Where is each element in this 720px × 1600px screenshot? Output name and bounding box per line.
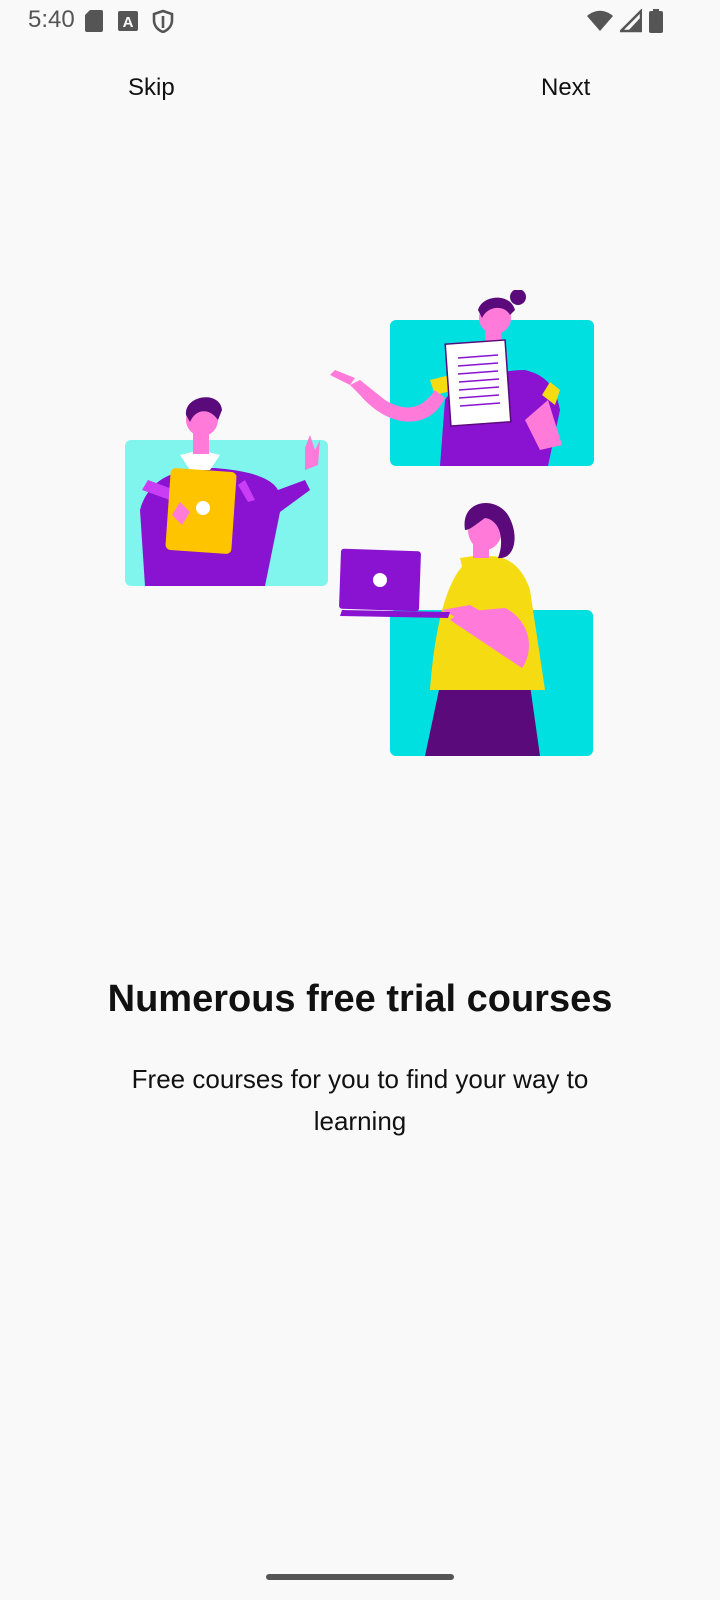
onboarding-title: Numerous free trial courses (107, 978, 613, 1020)
status-time: 5:40 (28, 6, 75, 33)
status-bar: 5:40 A (0, 0, 720, 44)
sd-card-icon (85, 10, 103, 32)
status-right-icons (586, 9, 664, 33)
shield-icon (152, 9, 174, 33)
svg-text:A: A (123, 14, 134, 31)
laptop-user-figure (339, 503, 545, 756)
font-a-icon: A (118, 11, 138, 31)
onboarding-subtitle: Free courses for you to find your way to… (131, 1064, 589, 1136)
home-indicator[interactable] (266, 1574, 454, 1580)
presenter-figure (330, 290, 562, 466)
skip-button[interactable]: Skip (128, 66, 175, 110)
wifi-icon (587, 10, 613, 31)
status-left-icons: A (84, 9, 174, 33)
cellular-signal-icon (620, 9, 642, 33)
onboarding-nav: Skip Next (0, 66, 720, 110)
battery-icon (649, 9, 663, 33)
next-button[interactable]: Next (541, 66, 590, 110)
people-learning-online-illustration (125, 290, 594, 756)
